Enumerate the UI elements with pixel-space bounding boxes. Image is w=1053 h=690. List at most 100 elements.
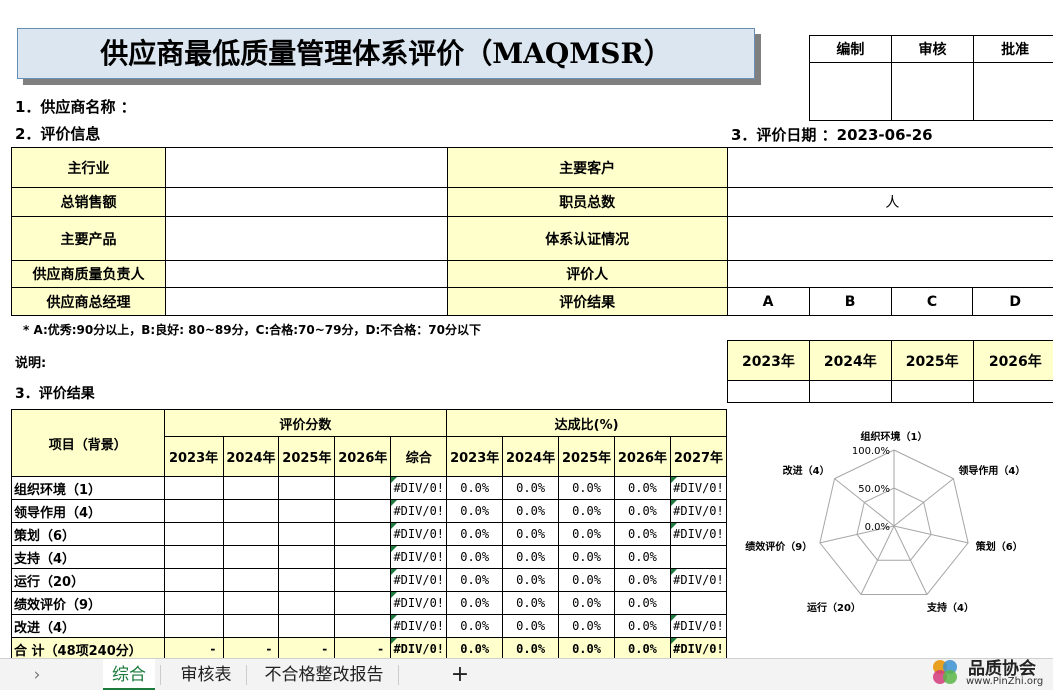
rate-cell[interactable]: 0.0% — [446, 614, 504, 638]
rate-cell[interactable] — [669, 591, 728, 615]
rate-cell[interactable]: 0.0% — [558, 568, 615, 592]
rate-cell[interactable] — [669, 545, 728, 569]
item-label: 运行（20） — [11, 568, 165, 592]
score-cell[interactable] — [334, 614, 392, 638]
rate-cell[interactable]: 0.0% — [614, 499, 671, 523]
rate-cell[interactable]: 0.0% — [446, 476, 504, 500]
rate-cell[interactable]: 0.0% — [446, 591, 504, 615]
score-cell[interactable] — [334, 522, 392, 546]
grade-a[interactable]: A — [726, 287, 810, 316]
rate-cell[interactable]: 0.0% — [446, 545, 504, 569]
rate-cell[interactable]: 0.0% — [558, 591, 615, 615]
composite-score-cell[interactable]: #DIV/0! — [390, 476, 448, 500]
score-cell[interactable] — [278, 545, 336, 569]
rate-cell[interactable]: 0.0% — [446, 499, 504, 523]
sign-cell[interactable] — [809, 62, 892, 121]
score-cell[interactable] — [222, 591, 280, 615]
year-cell[interactable] — [808, 380, 892, 403]
score-cell[interactable] — [334, 476, 392, 500]
rate-cell[interactable]: 0.0% — [446, 568, 504, 592]
score-cell[interactable] — [278, 614, 336, 638]
score-cell[interactable] — [163, 499, 224, 523]
composite-score-cell[interactable]: #DIV/0! — [390, 522, 448, 546]
rate-cell[interactable]: 0.0% — [614, 545, 671, 569]
score-cell[interactable] — [222, 522, 280, 546]
composite-score-cell[interactable]: #DIV/0! — [390, 591, 448, 615]
rate-cell[interactable]: 0.0% — [502, 522, 560, 546]
sign-cell[interactable] — [890, 62, 975, 121]
year-cell[interactable] — [890, 380, 974, 403]
rate-cell[interactable]: 0.0% — [502, 545, 560, 569]
radar-category-label: 改进（4） — [783, 464, 830, 477]
sign-cell[interactable] — [973, 62, 1053, 121]
rate-cell[interactable]: 0.0% — [558, 522, 615, 546]
composite-score-cell[interactable]: #DIV/0! — [390, 499, 448, 523]
grade-d[interactable]: D — [972, 287, 1053, 316]
score-cell[interactable] — [163, 568, 224, 592]
grade-c[interactable]: C — [890, 287, 974, 316]
rate-cell[interactable]: 0.0% — [446, 522, 504, 546]
rate-cell[interactable]: 0.0% — [614, 614, 671, 638]
rate-cell[interactable]: 0.0% — [558, 614, 615, 638]
rate-cell[interactable]: #DIV/0! — [669, 522, 728, 546]
score-cell[interactable] — [163, 522, 224, 546]
add-sheet-button[interactable]: + — [445, 659, 475, 690]
score-cell[interactable] — [334, 568, 392, 592]
rate-cell[interactable]: 0.0% — [502, 614, 560, 638]
tab-audit[interactable]: 审核表 — [172, 659, 240, 690]
info-value[interactable] — [726, 147, 1053, 188]
info-value[interactable] — [164, 287, 448, 316]
rate-cell[interactable]: 0.0% — [558, 545, 615, 569]
year-cell[interactable] — [727, 380, 810, 403]
score-cell[interactable] — [278, 476, 336, 500]
rate-cell[interactable]: 0.0% — [614, 568, 671, 592]
rate-cell[interactable]: #DIV/0! — [669, 499, 728, 523]
score-cell[interactable] — [278, 568, 336, 592]
score-cell[interactable] — [163, 591, 224, 615]
info-value[interactable] — [726, 260, 1053, 288]
score-cell[interactable] — [222, 476, 280, 500]
score-cell[interactable] — [163, 614, 224, 638]
info-value[interactable] — [164, 216, 448, 261]
score-cell[interactable] — [222, 568, 280, 592]
rate-cell[interactable]: #DIV/0! — [669, 614, 728, 638]
score-cell[interactable] — [334, 499, 392, 523]
rate-cell[interactable]: 0.0% — [502, 591, 560, 615]
score-cell[interactable] — [163, 545, 224, 569]
composite-score-cell[interactable]: #DIV/0! — [390, 568, 448, 592]
composite-score-cell[interactable]: #DIV/0! — [390, 545, 448, 569]
rate-cell[interactable]: 0.0% — [502, 568, 560, 592]
scroll-left-icon[interactable]: › — [22, 659, 52, 690]
info-value[interactable] — [726, 216, 1053, 261]
score-cell[interactable] — [222, 499, 280, 523]
rate-cell[interactable]: 0.0% — [502, 499, 560, 523]
year-header: 2025年 — [890, 340, 974, 381]
item-label: 改进（4） — [11, 614, 165, 638]
info-value[interactable] — [164, 260, 448, 288]
rate-cell[interactable]: #DIV/0! — [669, 476, 728, 500]
score-cell[interactable] — [222, 614, 280, 638]
tab-nc-report[interactable]: 不合格整改报告 — [255, 659, 393, 690]
rate-cell[interactable]: 0.0% — [502, 476, 560, 500]
year-cell[interactable] — [972, 380, 1053, 403]
sheet-tab-bar: › 综合 审核表 不合格整改报告 + 品质协会 www.PinZhi.org — [0, 658, 1053, 690]
rate-cell[interactable]: 0.0% — [558, 476, 615, 500]
composite-score-cell[interactable]: #DIV/0! — [390, 614, 448, 638]
score-cell[interactable] — [278, 499, 336, 523]
rate-cell[interactable]: 0.0% — [614, 476, 671, 500]
score-cell[interactable] — [163, 476, 224, 500]
rate-cell[interactable]: 0.0% — [614, 591, 671, 615]
info-value[interactable] — [164, 147, 448, 188]
grade-b[interactable]: B — [808, 287, 892, 316]
info-value[interactable]: 人 — [726, 187, 1053, 217]
score-cell[interactable] — [278, 522, 336, 546]
score-cell[interactable] — [222, 545, 280, 569]
score-cell[interactable] — [334, 591, 392, 615]
rate-cell[interactable]: #DIV/0! — [669, 568, 728, 592]
rate-cell[interactable]: 0.0% — [614, 522, 671, 546]
tab-summary[interactable]: 综合 — [103, 659, 155, 690]
info-value[interactable] — [164, 187, 448, 217]
rate-cell[interactable]: 0.0% — [558, 499, 615, 523]
score-cell[interactable] — [334, 545, 392, 569]
score-cell[interactable] — [278, 591, 336, 615]
